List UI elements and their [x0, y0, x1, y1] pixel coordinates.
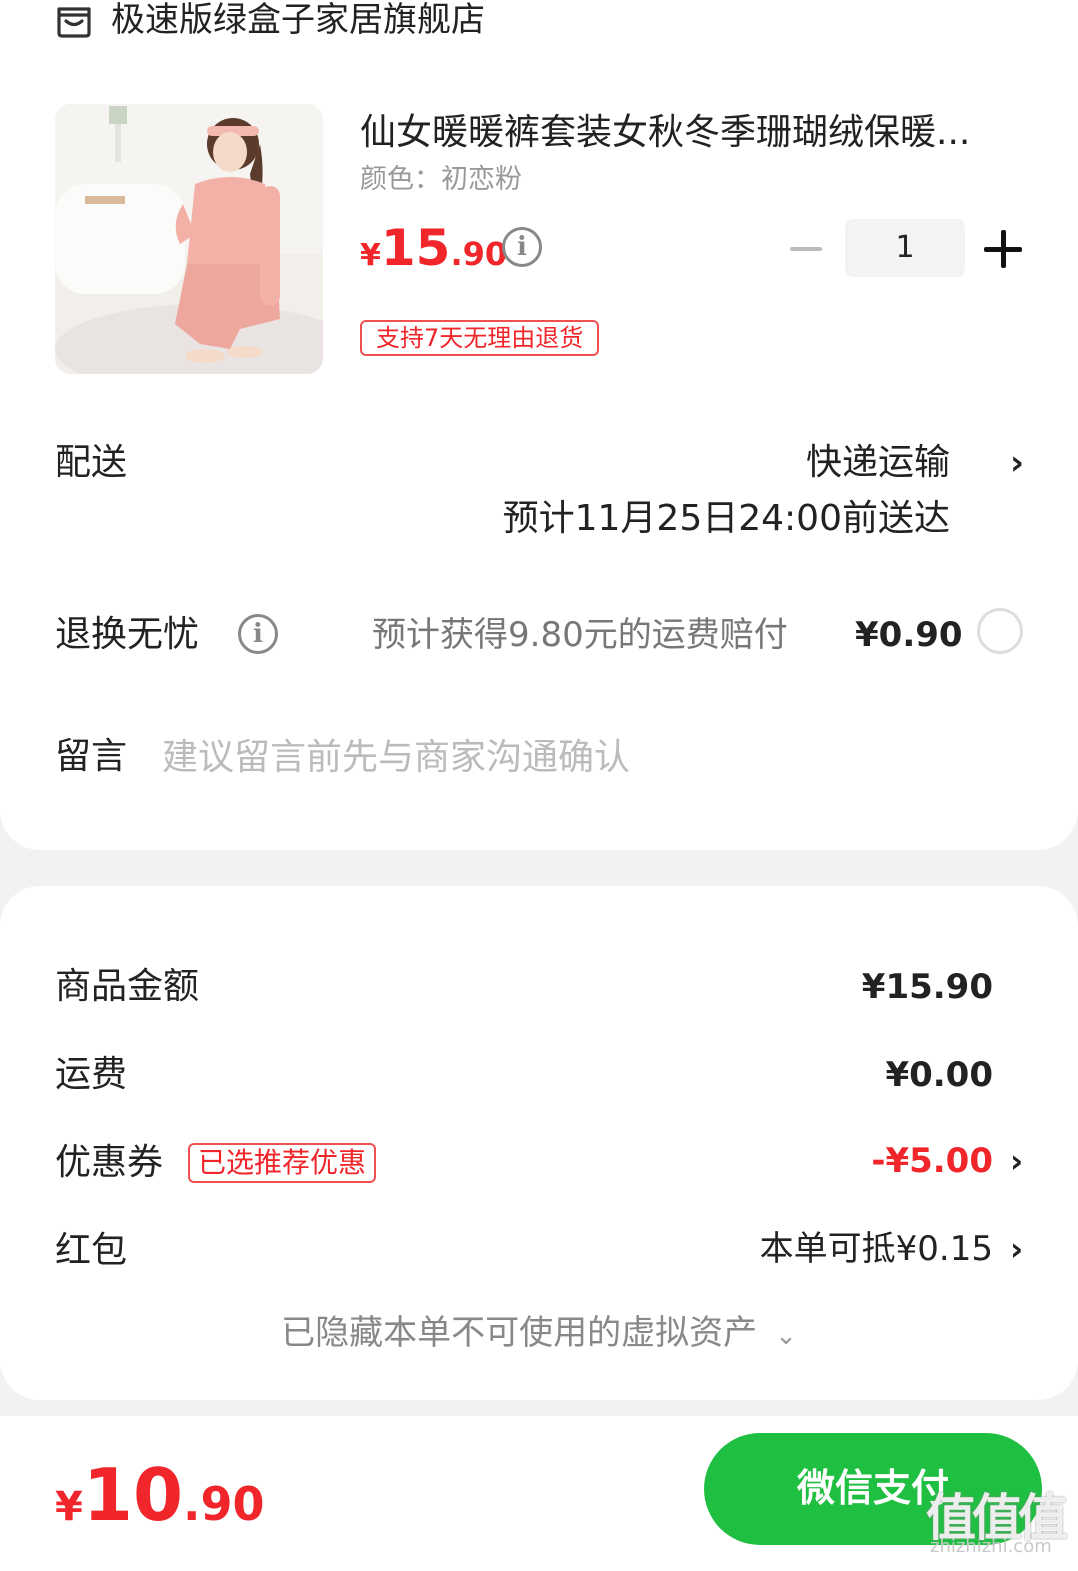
- product-variant[interactable]: 颜色：初恋粉: [360, 160, 522, 200]
- hidden-assets-text: 已隐藏本单不可使用的虚拟资产: [281, 1313, 758, 1353]
- coupon-value[interactable]: -¥5.00: [871, 1136, 993, 1186]
- total-integer: 10: [82, 1453, 184, 1537]
- chevron-right-icon[interactable]: ›: [1010, 1136, 1023, 1186]
- hidden-assets-toggle[interactable]: 已隐藏本单不可使用的虚拟资产 ⌄: [0, 1308, 1078, 1361]
- redpacket-value[interactable]: 本单可抵¥0.15: [760, 1224, 993, 1274]
- info-icon[interactable]: i: [502, 227, 542, 267]
- total-price: ¥10.90: [55, 1445, 265, 1565]
- delivery-method[interactable]: 快递运输: [806, 438, 950, 488]
- message-label: 留言: [55, 736, 128, 777]
- watermark-url: zhizhizhi.com: [930, 1536, 1052, 1557]
- minus-icon[interactable]: [790, 247, 822, 251]
- return-insurance-label: 退换无忧: [55, 614, 200, 655]
- quantity-input[interactable]: 1: [845, 219, 965, 277]
- goods-amount-label: 商品金额: [55, 966, 200, 1007]
- chevron-down-icon: ⌄: [775, 1321, 797, 1351]
- shop-header[interactable]: 极速版绿盒子家居旗舰店: [55, 0, 485, 40]
- delivery-eta: 预计11月25日24:00前送达: [502, 498, 950, 539]
- return-insurance-note: 预计获得9.80元的运费赔付: [372, 615, 788, 655]
- message-input[interactable]: [162, 732, 1022, 782]
- product-title[interactable]: 仙女暖暖裤套装女秋冬季珊瑚绒保暖...: [360, 108, 1030, 158]
- price-integer: 15: [380, 219, 451, 277]
- shipping-value: ¥0.00: [885, 1055, 993, 1095]
- redpacket-label: 红包: [55, 1230, 128, 1271]
- chevron-right-icon[interactable]: ›: [1010, 1224, 1023, 1274]
- coupon-label: 优惠券: [55, 1142, 164, 1183]
- price-decimal: .90: [450, 235, 508, 273]
- delivery-label: 配送: [55, 442, 128, 483]
- coupon-badge: 已选推荐优惠: [188, 1143, 377, 1183]
- goods-amount-value: ¥15.90: [861, 967, 993, 1007]
- watermark: 值值值 zhizhizhi.com: [926, 1478, 1071, 1568]
- product-price: ¥15.90: [360, 218, 507, 290]
- price-currency: ¥: [360, 238, 381, 273]
- info-icon[interactable]: i: [238, 614, 278, 654]
- return-policy-badge: 支持7天无理由退货: [360, 320, 600, 356]
- order-card: 极速版绿盒子家居旗舰店 仙女暖暖裤套装女秋冬季珊瑚绒保暖... 颜色：初恋粉 ¥…: [0, 0, 1078, 850]
- shipping-label: 运费: [55, 1054, 128, 1095]
- chevron-right-icon[interactable]: ›: [1010, 438, 1024, 488]
- total-decimal: .90: [183, 1477, 265, 1531]
- plus-icon[interactable]: [984, 230, 1022, 268]
- shop-name: 极速版绿盒子家居旗舰店: [111, 0, 485, 40]
- return-insurance-price: ¥0.90: [855, 615, 963, 655]
- product-image[interactable]: [55, 104, 323, 374]
- shop-icon: [57, 7, 91, 38]
- radio-icon[interactable]: [977, 608, 1023, 654]
- total-currency: ¥: [55, 1484, 83, 1530]
